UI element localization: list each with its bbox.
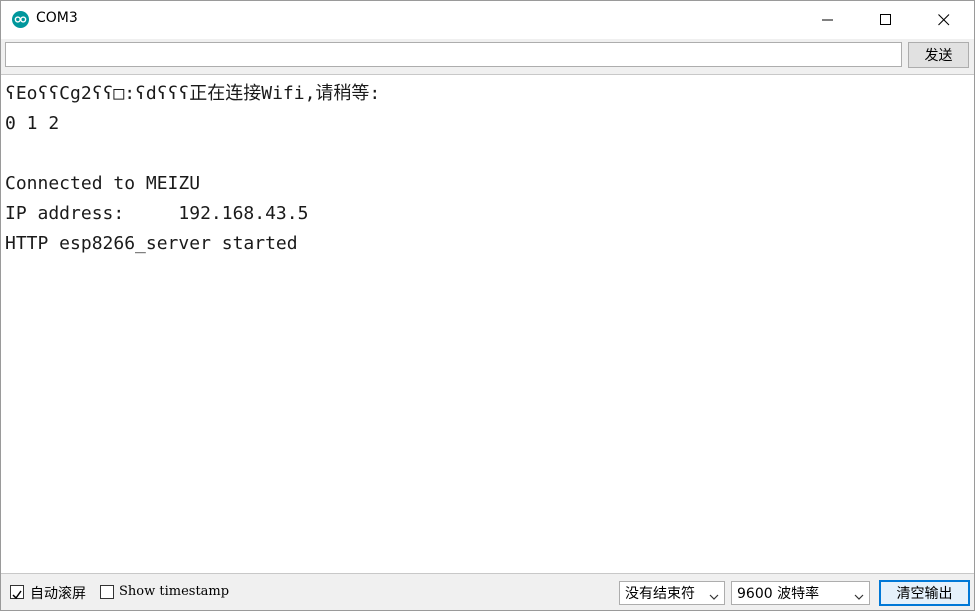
check-icon — [12, 590, 22, 600]
maximize-button[interactable] — [857, 1, 915, 39]
serial-output[interactable]: ʕEoʕʕCg2ʕʕ□:ʕdʕʕʕ正在连接Wifi,请稍等: 0 1 2 Con… — [1, 74, 974, 574]
clear-output-button[interactable]: 清空输出 — [879, 580, 970, 606]
autoscroll-checkbox[interactable] — [10, 585, 24, 600]
send-input[interactable] — [5, 42, 902, 67]
chevron-down-icon — [709, 589, 719, 605]
close-button[interactable] — [915, 1, 973, 39]
status-bar: 自动滚屏 Show timestamp 没有结束符 9600 波特率 清空输出 — [1, 575, 974, 610]
title-bar: COM3 — [1, 1, 974, 39]
autoscroll-label[interactable]: 自动滚屏 — [30, 583, 86, 603]
close-icon — [938, 11, 950, 30]
timestamp-label[interactable]: Show timestamp — [119, 584, 229, 599]
window-title: COM3 — [36, 10, 78, 26]
maximize-icon — [880, 11, 892, 30]
arduino-icon — [12, 11, 29, 28]
output-line: ʕEoʕʕCg2ʕʕ□:ʕdʕʕʕ正在连接Wifi,请稍等: — [5, 83, 381, 104]
baud-rate-value: 9600 波特率 — [737, 586, 820, 602]
line-ending-value: 没有结束符 — [625, 586, 695, 602]
send-button[interactable]: 发送 — [908, 42, 969, 68]
timestamp-checkbox[interactable] — [100, 585, 114, 599]
minimize-button[interactable] — [799, 1, 857, 39]
output-line: HTTP esp8266_server started — [5, 233, 298, 254]
baud-rate-select[interactable]: 9600 波特率 — [731, 581, 870, 605]
minimize-icon — [822, 11, 834, 30]
output-line: Connected to MEIZU — [5, 173, 201, 194]
serial-monitor-window: COM3 发送 ʕEoʕʕCg2ʕʕ□:ʕdʕʕʕ正在连接Wifi,请稍等: 0… — [0, 0, 975, 611]
output-line: IP address: 192.168.43.5 — [5, 203, 309, 224]
output-line: 0 1 2 — [5, 113, 60, 134]
send-row: 发送 — [1, 39, 974, 73]
line-ending-select[interactable]: 没有结束符 — [619, 581, 725, 605]
chevron-down-icon — [854, 589, 864, 605]
